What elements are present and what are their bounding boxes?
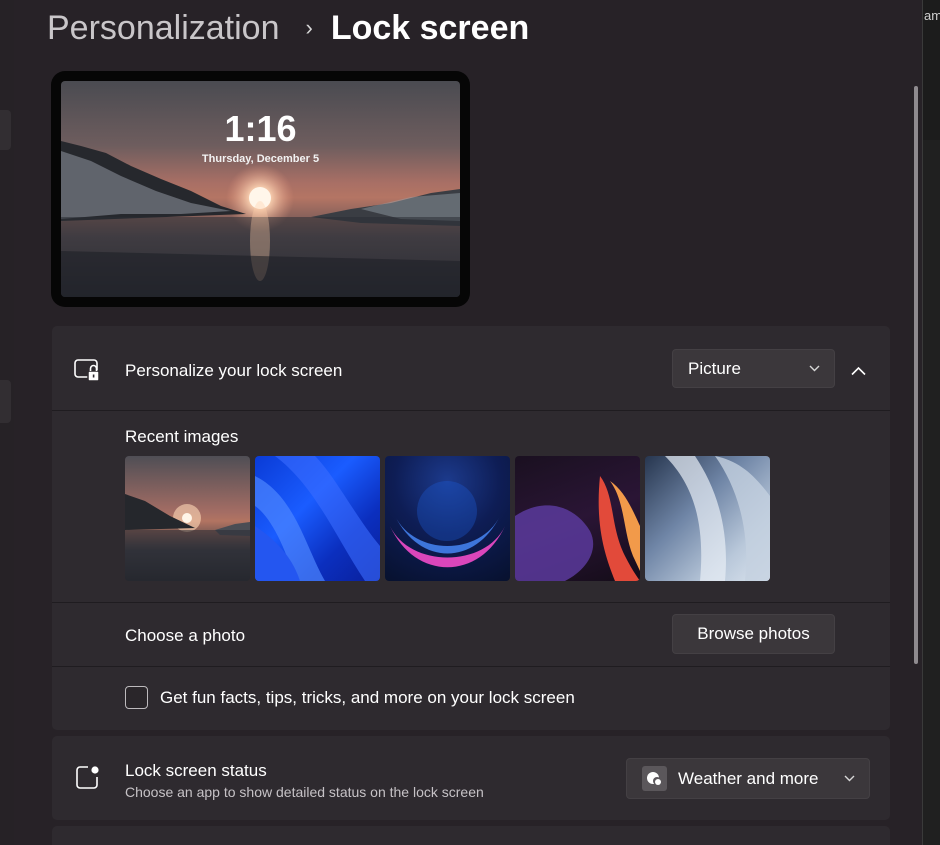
divider <box>52 602 890 603</box>
adjacent-window-text: am <box>924 8 940 23</box>
breadcrumb-separator-icon: › <box>305 15 313 40</box>
lock-screen-status-label: Lock screen status <box>125 761 267 780</box>
left-pane-item[interactable] <box>0 110 11 150</box>
status-app-value: Weather and more <box>678 768 819 788</box>
left-pane-item[interactable] <box>0 380 11 423</box>
browse-photos-button[interactable]: Browse photos <box>672 614 835 654</box>
lock-screen-date: Thursday, December 5 <box>201 153 320 165</box>
divider <box>52 410 890 411</box>
recent-image-3[interactable] <box>385 456 510 581</box>
breadcrumb-parent[interactable]: Personalization <box>47 9 279 48</box>
weather-icon <box>642 766 667 791</box>
divider <box>52 666 890 667</box>
chevron-down-icon <box>809 365 820 371</box>
lock-screen-time: 1:16 <box>224 108 297 149</box>
recent-image-4[interactable] <box>515 456 640 581</box>
lock-picture-icon <box>74 359 102 388</box>
fun-facts-checkbox[interactable] <box>125 686 148 709</box>
lock-screen-status-description: Choose an app to show detailed status on… <box>125 784 484 800</box>
vertical-scrollbar[interactable] <box>914 86 918 664</box>
fun-facts-label: Get fun facts, tips, tricks, and more on… <box>160 688 575 707</box>
recent-images-label: Recent images <box>125 427 239 446</box>
adjacent-window: am <box>922 0 940 845</box>
personalize-label: Personalize your lock screen <box>125 361 343 380</box>
recent-image-5[interactable] <box>645 456 770 581</box>
background-type-value: Picture <box>688 358 741 378</box>
app-status-icon <box>75 765 101 796</box>
page-title: Lock screen <box>330 8 530 47</box>
lock-screen-preview-image: 1:16 Thursday, December 5 <box>61 81 460 297</box>
status-app-dropdown[interactable]: Weather and more <box>626 758 870 799</box>
next-settings-card <box>52 826 890 845</box>
chevron-down-icon <box>844 775 855 781</box>
recent-image-2[interactable] <box>255 456 380 581</box>
breadcrumb: Personalization › Lock screen <box>47 6 529 50</box>
choose-photo-label: Choose a photo <box>125 626 246 645</box>
recent-image-1[interactable] <box>125 456 250 581</box>
collapse-chevron-up-icon[interactable] <box>851 363 866 381</box>
lock-screen-preview: 1:16 Thursday, December 5 <box>51 71 470 307</box>
background-type-dropdown[interactable]: Picture <box>672 349 835 388</box>
